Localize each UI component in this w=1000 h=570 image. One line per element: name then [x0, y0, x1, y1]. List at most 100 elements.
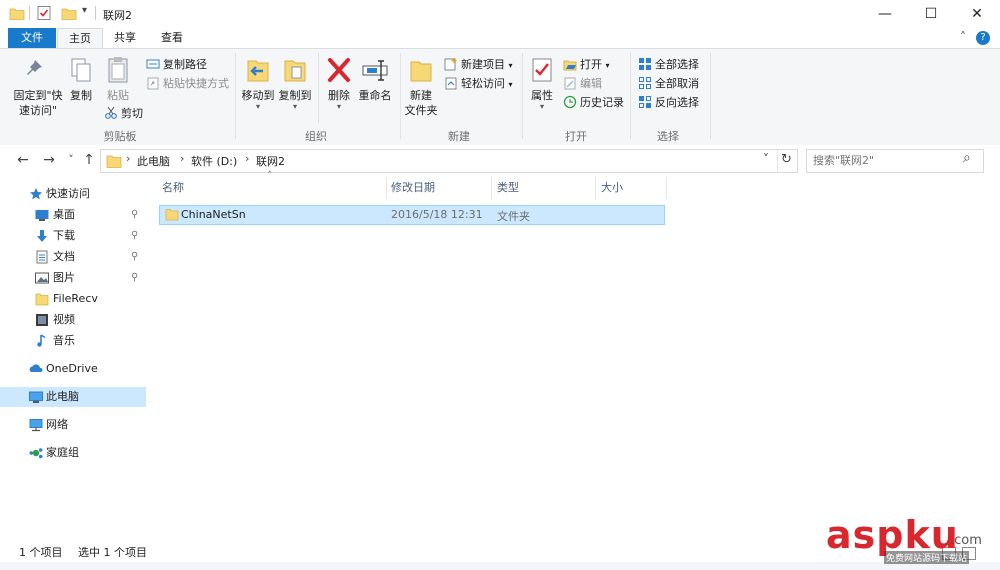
- pin-icon[interactable]: ⚲: [131, 205, 138, 225]
- nav-item-label: 桌面: [53, 208, 75, 221]
- tab-file[interactable]: 文件: [8, 28, 56, 48]
- delete-dropdown: ▾: [336, 102, 341, 111]
- nav-item-filerecv[interactable]: FileRecv: [0, 289, 146, 309]
- paste-icon: [103, 55, 133, 85]
- nav-network[interactable]: 网络: [0, 415, 146, 435]
- breadcrumb-this-pc[interactable]: 此电脑: [137, 153, 170, 169]
- nav-item-documents[interactable]: 文档 ⚲: [0, 247, 146, 267]
- breadcrumb-separator: ›: [180, 152, 185, 165]
- invert-selection-button[interactable]: 反向选择: [638, 94, 699, 112]
- cut-label: 剪切: [121, 107, 143, 120]
- back-button[interactable]: ←: [14, 150, 32, 170]
- nav-item-videos[interactable]: 视频: [0, 310, 146, 330]
- tab-view[interactable]: 查看: [150, 28, 194, 48]
- paste-shortcut-button[interactable]: 粘贴快捷方式: [146, 75, 229, 93]
- new-folder-icon[interactable]: [61, 5, 77, 21]
- tab-share[interactable]: 共享: [103, 28, 147, 48]
- watermark-domain: .com: [950, 533, 982, 548]
- rename-button[interactable]: 重命名: [357, 55, 393, 103]
- open-button[interactable]: 打开 ▾: [563, 56, 610, 74]
- move-to-button[interactable]: 移动到 ▾: [240, 55, 276, 111]
- refresh-button[interactable]: ↻: [781, 152, 792, 167]
- new-folder-button[interactable]: 新建 文件夹: [403, 55, 439, 118]
- recent-locations-button[interactable]: ˅: [62, 150, 80, 170]
- edit-icon: [563, 76, 577, 90]
- address-bar[interactable]: › 此电脑 › 软件 (D:) › 联网2 ˅ ↻: [100, 149, 798, 173]
- item-count: 1 个项目: [19, 546, 63, 559]
- pin-icon[interactable]: ⚲: [131, 268, 138, 288]
- ribbon-tabs: 文件 主页 共享 查看 ˄ ?: [0, 28, 1000, 49]
- column-divider[interactable]: [666, 177, 667, 199]
- search-input[interactable]: [807, 150, 963, 170]
- column-divider[interactable]: [386, 177, 387, 199]
- homegroup-icon: [29, 446, 43, 460]
- paste-label: 粘贴: [107, 89, 129, 102]
- breadcrumb-drive-d[interactable]: 软件 (D:): [191, 153, 237, 169]
- nav-this-pc[interactable]: 此电脑: [0, 387, 146, 407]
- history-button[interactable]: 历史记录: [563, 94, 624, 112]
- properties-icon[interactable]: [36, 5, 52, 21]
- tab-home[interactable]: 主页: [57, 28, 103, 49]
- new-folder-label-line2: 文件夹: [404, 104, 438, 117]
- column-header-name[interactable]: 名称: [162, 176, 184, 200]
- selected-count: 选中 1 个项目: [78, 546, 147, 559]
- search-icon[interactable]: ⌕: [963, 150, 971, 166]
- pin-label-line1: 固定到"快: [13, 89, 63, 102]
- delete-icon: [324, 55, 354, 85]
- up-button[interactable]: ↑: [80, 150, 98, 170]
- new-group-label: 新建: [448, 130, 470, 143]
- qa-dropdown[interactable]: ▾: [82, 5, 87, 16]
- nav-item-label: 图片: [53, 271, 75, 284]
- easy-access-dropdown: ▾: [508, 80, 513, 89]
- collapse-ribbon-button[interactable]: ˄: [960, 30, 966, 44]
- pin-quick-access-button[interactable]: 固定到"快 速访问": [10, 55, 66, 118]
- nav-item-pictures[interactable]: 图片 ⚲: [0, 268, 146, 288]
- cloud-icon: [29, 362, 43, 376]
- column-header-type[interactable]: 类型: [497, 176, 519, 200]
- column-header-size[interactable]: 大小: [601, 176, 623, 200]
- organize-group-label: 组织: [305, 130, 327, 143]
- copy-to-button[interactable]: 复制到 ▾: [277, 55, 313, 111]
- forward-button[interactable]: →: [40, 150, 58, 170]
- nav-item-label: 网络: [46, 418, 68, 431]
- nav-homegroup[interactable]: 家庭组: [0, 443, 146, 463]
- easy-access-button[interactable]: 轻松访问 ▾: [444, 75, 513, 93]
- paste-button[interactable]: 粘贴: [102, 55, 134, 103]
- search-box: ⌕: [806, 149, 984, 173]
- minimize-button[interactable]: —: [862, 0, 908, 28]
- properties-label: 属性: [531, 89, 553, 102]
- nav-item-music[interactable]: 音乐: [0, 331, 146, 351]
- folder-icon: [9, 5, 25, 21]
- move-to-dropdown: ▾: [255, 102, 260, 111]
- select-none-button[interactable]: 全部取消: [638, 75, 699, 93]
- select-all-icon: [638, 57, 652, 71]
- column-divider[interactable]: [491, 177, 492, 199]
- maximize-button[interactable]: ☐: [908, 0, 954, 28]
- pin-icon[interactable]: ⚲: [131, 247, 138, 267]
- nav-item-downloads[interactable]: 下载 ⚲: [0, 226, 146, 246]
- nav-quick-access[interactable]: 快速访问: [0, 184, 146, 204]
- group-separator: [235, 53, 236, 139]
- table-row[interactable]: ChinaNetSn 2016/5/18 12:31 文件夹: [159, 205, 665, 225]
- address-dropdown-button[interactable]: ˅: [763, 152, 769, 166]
- breadcrumb-current[interactable]: 联网2: [256, 153, 285, 169]
- nav-onedrive[interactable]: OneDrive: [0, 359, 146, 379]
- watermark-logo: aspku .com 免费网站源码下载站: [826, 515, 996, 564]
- qa-divider: [29, 6, 30, 20]
- help-icon[interactable]: ?: [976, 31, 990, 45]
- copy-button[interactable]: 复制: [66, 55, 96, 103]
- edit-button[interactable]: 编辑: [563, 75, 602, 93]
- cut-button[interactable]: 剪切: [104, 105, 143, 123]
- delete-button[interactable]: 删除 ▾: [323, 55, 355, 111]
- column-divider[interactable]: [595, 177, 596, 199]
- title-divider: [95, 6, 96, 20]
- pin-icon[interactable]: ⚲: [131, 226, 138, 246]
- nav-item-desktop[interactable]: 桌面 ⚲: [0, 205, 146, 225]
- new-item-button[interactable]: 新建项目 ▾: [444, 56, 513, 74]
- close-button[interactable]: ✕: [954, 0, 1000, 28]
- title-bar: ▾ 联网2 — ☐ ✕: [0, 0, 1000, 28]
- column-header-modified[interactable]: 修改日期: [391, 176, 435, 200]
- select-all-button[interactable]: 全部选择: [638, 56, 699, 74]
- copy-path-button[interactable]: 复制路径: [146, 56, 207, 74]
- properties-button[interactable]: 属性 ▾: [526, 55, 558, 111]
